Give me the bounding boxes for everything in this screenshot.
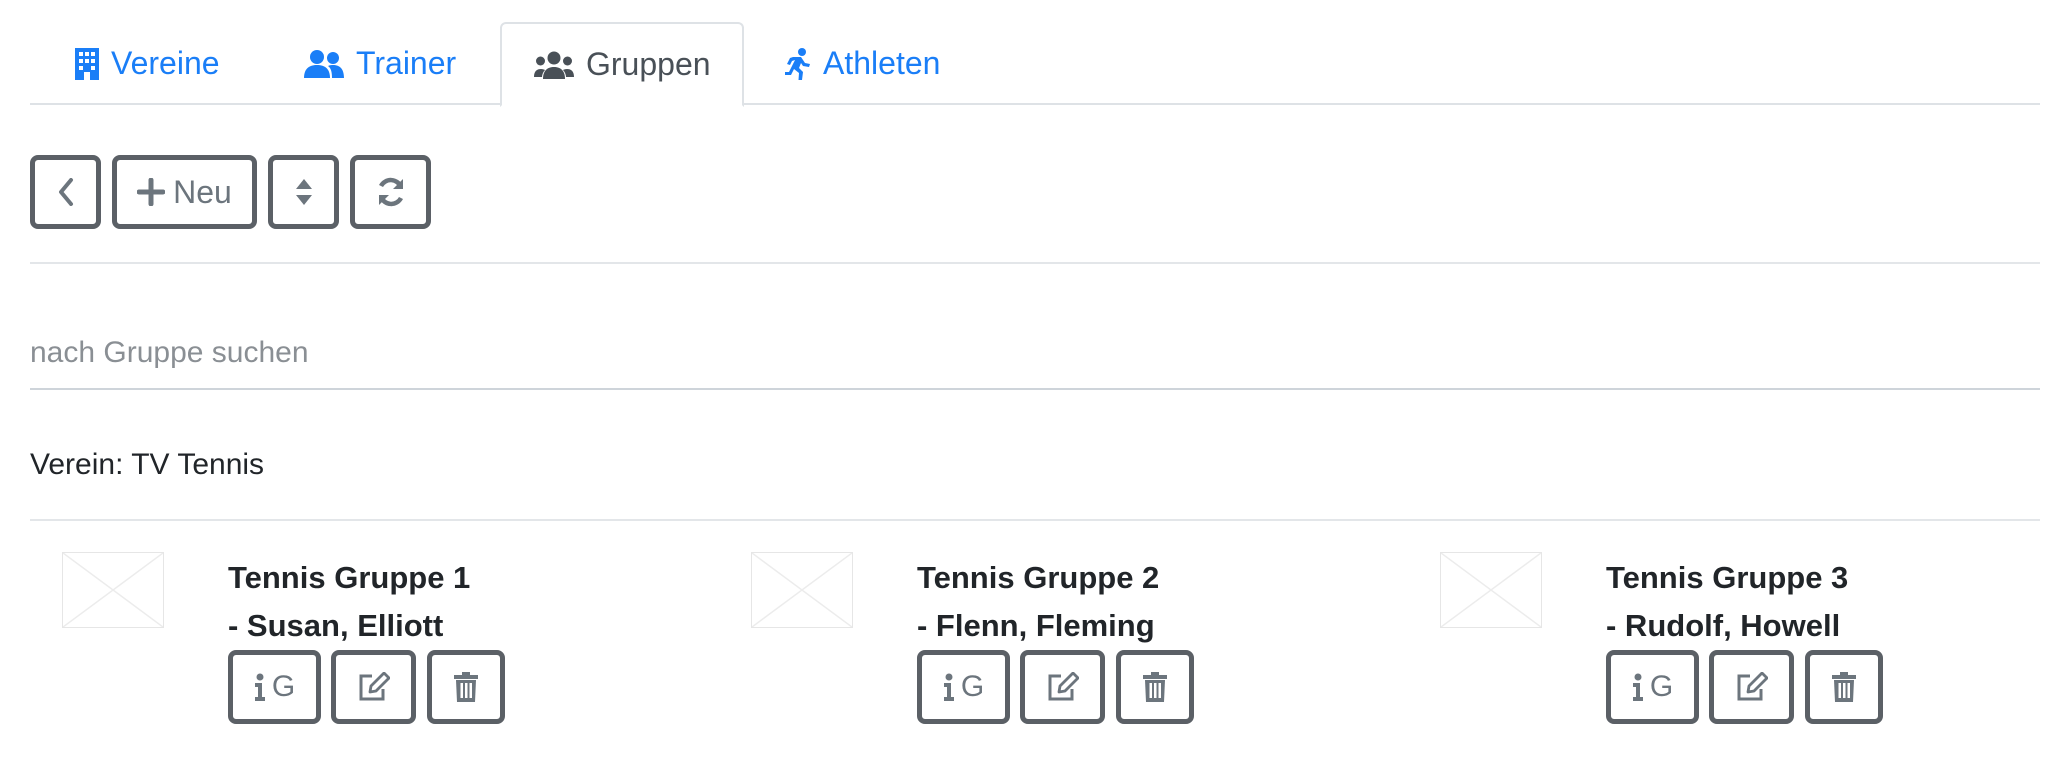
tab-label: Athleten [823, 45, 941, 81]
group-delete-button[interactable] [427, 650, 505, 724]
group-name: Tennis Gruppe 1 [228, 560, 471, 595]
group-edit-button[interactable] [1709, 650, 1794, 724]
trash-icon [1143, 672, 1167, 702]
group-name: Tennis Gruppe 3 [1606, 560, 1849, 595]
group-card: Tennis Gruppe 2 - Flenn, Fleming G [719, 552, 1379, 732]
info-button-label: G [960, 670, 985, 703]
divider [30, 262, 2040, 264]
group-trainer: - Susan, Elliott [228, 608, 444, 643]
group-delete-button[interactable] [1116, 650, 1194, 724]
refresh-button[interactable] [350, 155, 431, 229]
group-info-button[interactable]: G [1606, 650, 1699, 724]
new-button-label: Neu [173, 173, 232, 210]
info-button-label: G [271, 670, 296, 703]
group-name: Tennis Gruppe 2 [917, 560, 1160, 595]
plus-icon [137, 178, 166, 206]
group-info-button[interactable]: G [917, 650, 1010, 724]
running-icon [785, 47, 810, 80]
info-icon [1632, 673, 1643, 701]
back-button[interactable] [30, 155, 101, 229]
tab-trainer[interactable]: Trainer [304, 22, 456, 105]
info-button-label: G [1649, 670, 1674, 703]
trash-icon [1832, 672, 1856, 702]
edit-icon [1048, 672, 1079, 701]
group-trainer: - Flenn, Fleming [917, 608, 1155, 643]
nav-tabs: Vereine Trainer Gruppen Athleten [30, 22, 2040, 107]
group-card: Tennis Gruppe 3 - Rudolf, Howell G [1408, 552, 2051, 732]
tab-label: Vereine [111, 45, 220, 81]
group-edit-button[interactable] [331, 650, 416, 724]
group-trainer: - Rudolf, Howell [1606, 608, 1841, 643]
group-card: Tennis Gruppe 1 - Susan, Elliott G [30, 552, 690, 732]
group-edit-button[interactable] [1020, 650, 1105, 724]
divider [30, 519, 2040, 521]
building-icon [75, 47, 99, 80]
group-info-button[interactable]: G [228, 650, 321, 724]
sort-icon [295, 179, 312, 205]
edit-icon [359, 672, 390, 701]
tab-vereine[interactable]: Vereine [75, 22, 220, 105]
refresh-icon [378, 177, 403, 207]
trash-icon [454, 672, 478, 702]
user-group-icon [534, 51, 574, 79]
search-input[interactable] [30, 318, 2040, 390]
info-icon [254, 673, 265, 701]
tab-label: Gruppen [586, 46, 711, 82]
info-icon [943, 673, 954, 701]
tab-label: Trainer [356, 45, 457, 81]
edit-icon [1737, 672, 1768, 701]
group-image-placeholder [62, 552, 164, 628]
new-button[interactable]: Neu [112, 155, 257, 229]
verein-label: Verein: TV Tennis [30, 448, 265, 481]
users-icon [304, 49, 344, 78]
tab-gruppen[interactable]: Gruppen [500, 22, 744, 107]
tab-athleten[interactable]: Athleten [785, 22, 940, 105]
sort-button[interactable] [268, 155, 339, 229]
group-image-placeholder [751, 552, 853, 628]
group-image-placeholder [1440, 552, 1542, 628]
group-delete-button[interactable] [1805, 650, 1883, 724]
chevron-left-icon [58, 178, 73, 206]
